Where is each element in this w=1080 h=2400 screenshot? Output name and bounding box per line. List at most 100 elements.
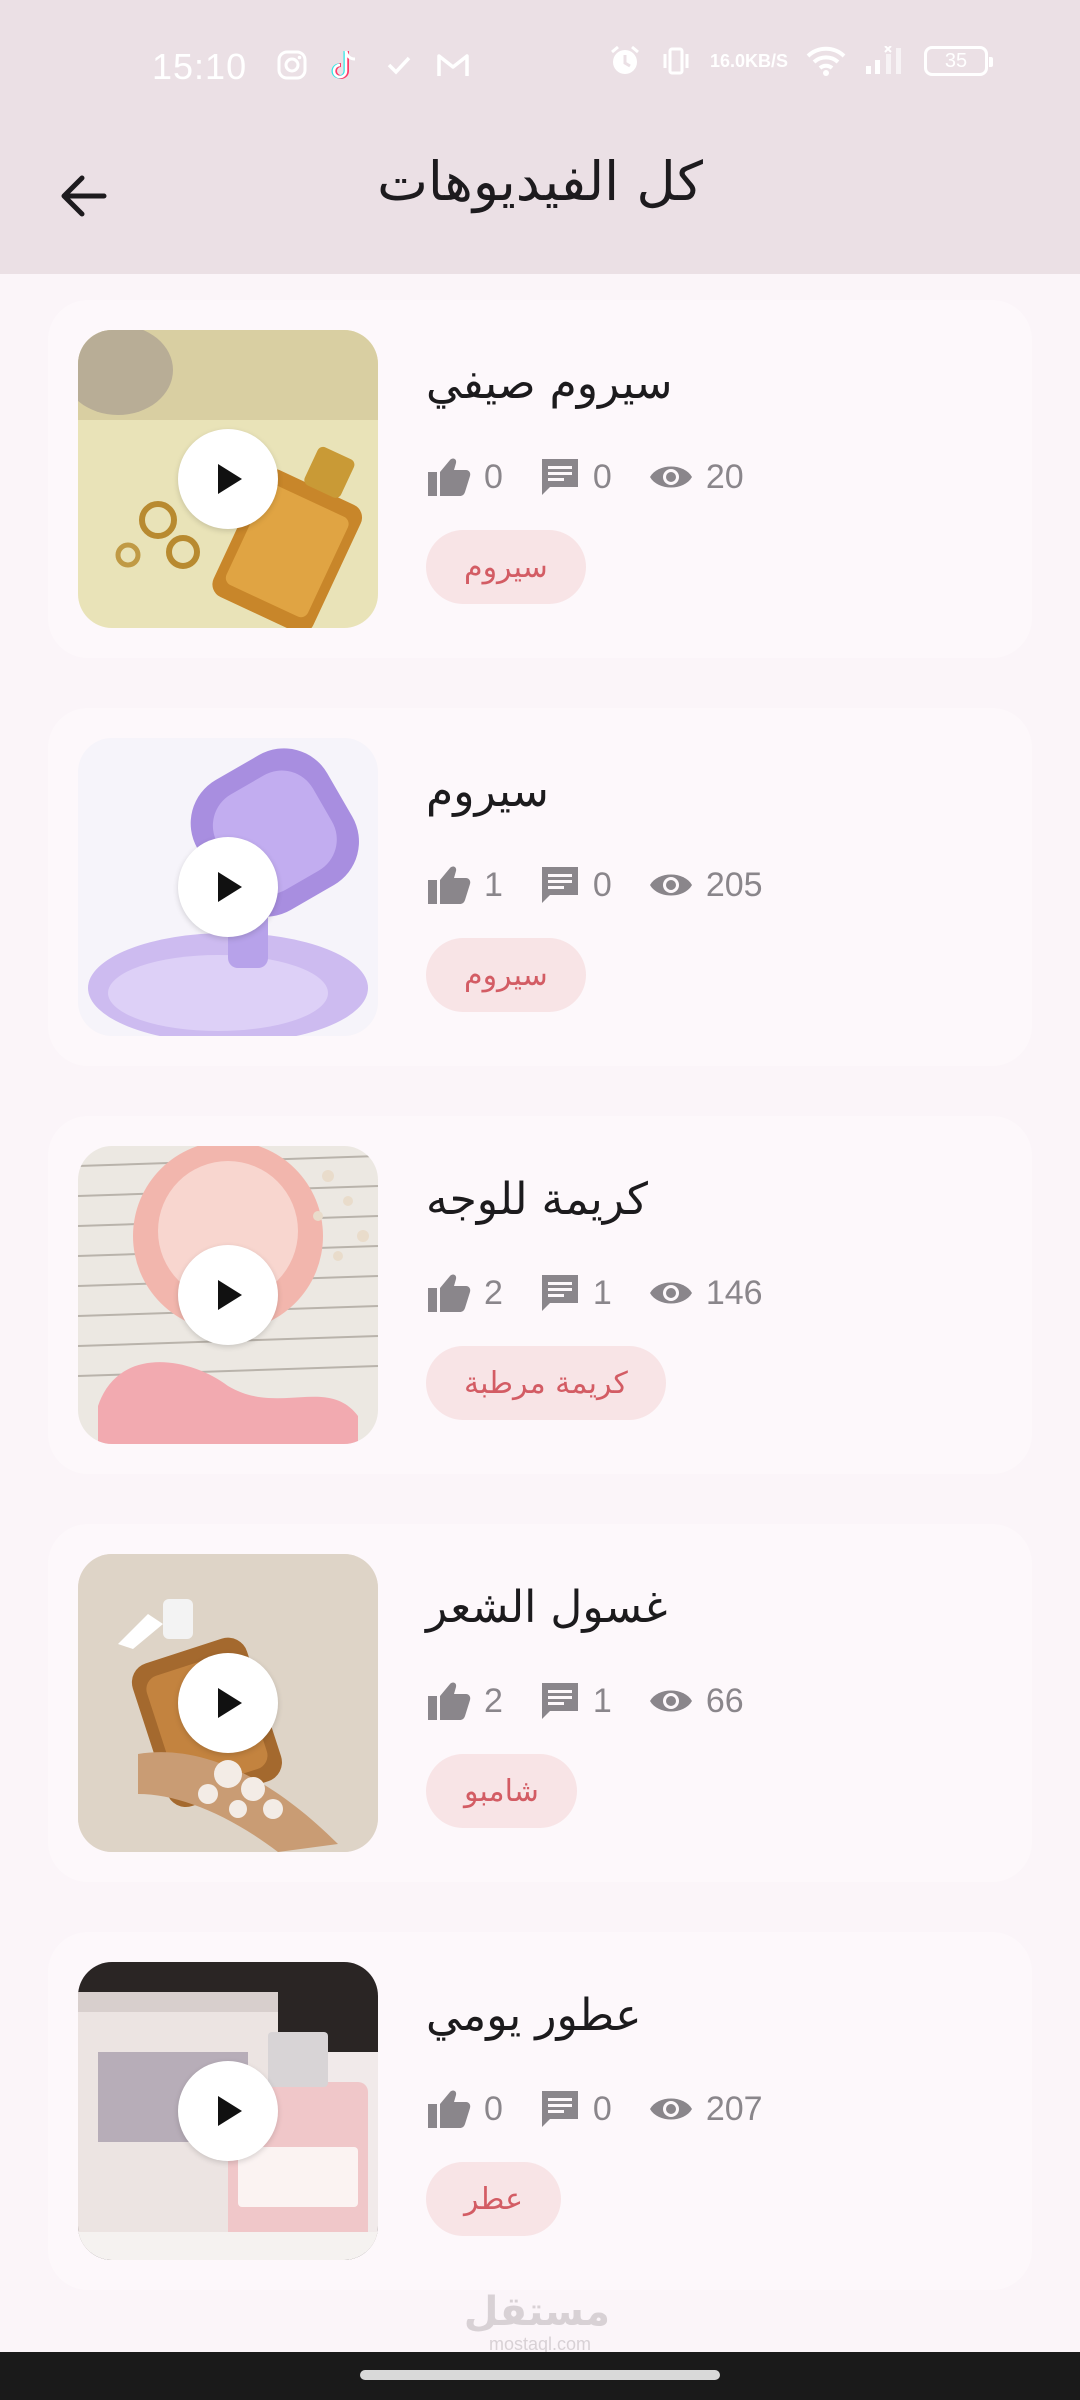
eye-icon	[649, 1690, 692, 1712]
likes-count: 1	[484, 865, 503, 904]
comments-count: 0	[592, 457, 612, 496]
video-thumbnail[interactable]	[78, 738, 378, 1036]
category-tag[interactable]: شامبو	[426, 1754, 577, 1828]
video-title: عطور يومي	[426, 1990, 642, 2041]
play-icon	[218, 1280, 242, 1310]
play-button[interactable]	[178, 429, 278, 529]
thumb-up-icon	[428, 1274, 471, 1312]
views-count: 66	[705, 1681, 744, 1720]
likes-stat[interactable]: 0	[426, 2088, 503, 2130]
wifi-icon	[806, 45, 846, 77]
category-tag[interactable]: سيروم	[426, 938, 586, 1012]
watermark-arabic: مستقل	[463, 2289, 610, 2335]
video-stats: 1 0 205	[426, 860, 799, 910]
comment-icon	[541, 459, 578, 495]
net-speed-unit: KB/S	[744, 51, 788, 71]
gmail-icon	[436, 51, 470, 79]
comment-icon	[541, 867, 578, 903]
video-thumbnail[interactable]	[78, 1554, 378, 1852]
likes-stat[interactable]: 0	[426, 456, 503, 498]
video-title: سيروم	[426, 766, 549, 817]
video-stats: 2 1 66	[426, 1676, 780, 1726]
comment-icon	[541, 1683, 578, 1719]
likes-count: 2	[484, 1273, 503, 1312]
page-title: كل الفيديوهات	[377, 150, 703, 213]
views-count: 207	[705, 2089, 763, 2128]
video-title: سيروم صيفي	[426, 358, 673, 409]
views-stat: 207	[648, 2090, 763, 2129]
comments-count: 1	[592, 1273, 612, 1312]
video-card[interactable]: كريمة للوجه 2 1 146 كريمة مرطبة	[48, 1116, 1032, 1474]
system-icons: 16.0 KB/S 35	[608, 44, 993, 78]
play-icon	[218, 2096, 242, 2126]
check-icon	[384, 50, 414, 80]
comment-icon	[541, 1275, 578, 1311]
comment-icon	[541, 2091, 578, 2127]
tiktok-icon	[330, 48, 362, 82]
likes-count: 0	[484, 457, 503, 496]
views-stat: 205	[648, 866, 763, 905]
play-button[interactable]	[178, 2061, 278, 2161]
thumb-up-icon	[428, 866, 471, 904]
video-title: غسول الشعر	[426, 1582, 668, 1633]
likes-stat[interactable]: 2	[426, 1680, 503, 1722]
comments-stat[interactable]: 0	[539, 864, 612, 906]
vibrate-icon	[660, 45, 692, 77]
net-speed-value: 16.0	[709, 51, 745, 71]
video-title: كريمة للوجه	[426, 1174, 648, 1225]
category-tag[interactable]: كريمة مرطبة	[426, 1346, 666, 1420]
app-bar: كل الفيديوهات	[0, 136, 1080, 274]
comments-stat[interactable]: 1	[539, 1680, 612, 1722]
alarm-icon	[608, 44, 642, 78]
views-stat: 66	[648, 1682, 744, 1721]
play-button[interactable]	[178, 1245, 278, 1345]
network-speed: 16.0 KB/S	[710, 52, 788, 70]
play-button[interactable]	[178, 837, 278, 937]
battery-indicator: 35	[924, 46, 993, 76]
instagram-icon	[276, 49, 308, 81]
eye-icon	[649, 466, 692, 488]
gesture-handle[interactable]	[360, 2370, 720, 2380]
signal-icon	[864, 46, 906, 76]
notification-icons	[276, 48, 470, 82]
category-tag[interactable]: سيروم	[426, 530, 586, 604]
video-stats: 0 0 207	[426, 2084, 799, 2134]
eye-icon	[649, 2098, 692, 2120]
comments-stat[interactable]: 0	[539, 2088, 612, 2130]
video-list: سيروم صيفي 0 0 20 سيروم سيروم 1 0 205 سي…	[48, 300, 1032, 2340]
likes-count: 0	[484, 2089, 503, 2128]
video-stats: 0 0 20	[426, 452, 780, 502]
comments-stat[interactable]: 1	[539, 1272, 612, 1314]
video-thumbnail[interactable]	[78, 330, 378, 628]
eye-icon	[649, 1282, 692, 1304]
views-stat: 20	[648, 458, 744, 497]
category-tag[interactable]: عطر	[426, 2162, 562, 2236]
views-count: 146	[705, 1273, 763, 1312]
views-count: 205	[705, 865, 763, 904]
video-card[interactable]: عطور يومي 0 0 207 عطر	[48, 1932, 1032, 2290]
navigation-bar	[0, 2352, 1080, 2400]
thumb-up-icon	[428, 1682, 471, 1720]
video-thumbnail[interactable]	[78, 1962, 378, 2260]
play-icon	[218, 464, 242, 494]
comments-stat[interactable]: 0	[539, 456, 612, 498]
comments-count: 0	[592, 865, 612, 904]
comments-count: 1	[592, 1681, 612, 1720]
likes-stat[interactable]: 2	[426, 1272, 503, 1314]
video-card[interactable]: غسول الشعر 2 1 66 شامبو	[48, 1524, 1032, 1882]
views-stat: 146	[648, 1274, 763, 1313]
likes-stat[interactable]: 1	[426, 864, 503, 906]
video-card[interactable]: سيروم 1 0 205 سيروم	[48, 708, 1032, 1066]
status-bar: 15:10 16.0 KB/S 35	[0, 0, 1080, 136]
status-time: 15:10	[152, 46, 248, 87]
play-icon	[218, 872, 242, 902]
video-card[interactable]: سيروم صيفي 0 0 20 سيروم	[48, 300, 1032, 658]
views-count: 20	[705, 457, 744, 496]
thumb-up-icon	[428, 458, 471, 496]
comments-count: 0	[592, 2089, 612, 2128]
play-button[interactable]	[178, 1653, 278, 1753]
video-thumbnail[interactable]	[78, 1146, 378, 1444]
eye-icon	[649, 874, 692, 896]
play-icon	[218, 1688, 242, 1718]
thumb-up-icon	[428, 2090, 471, 2128]
